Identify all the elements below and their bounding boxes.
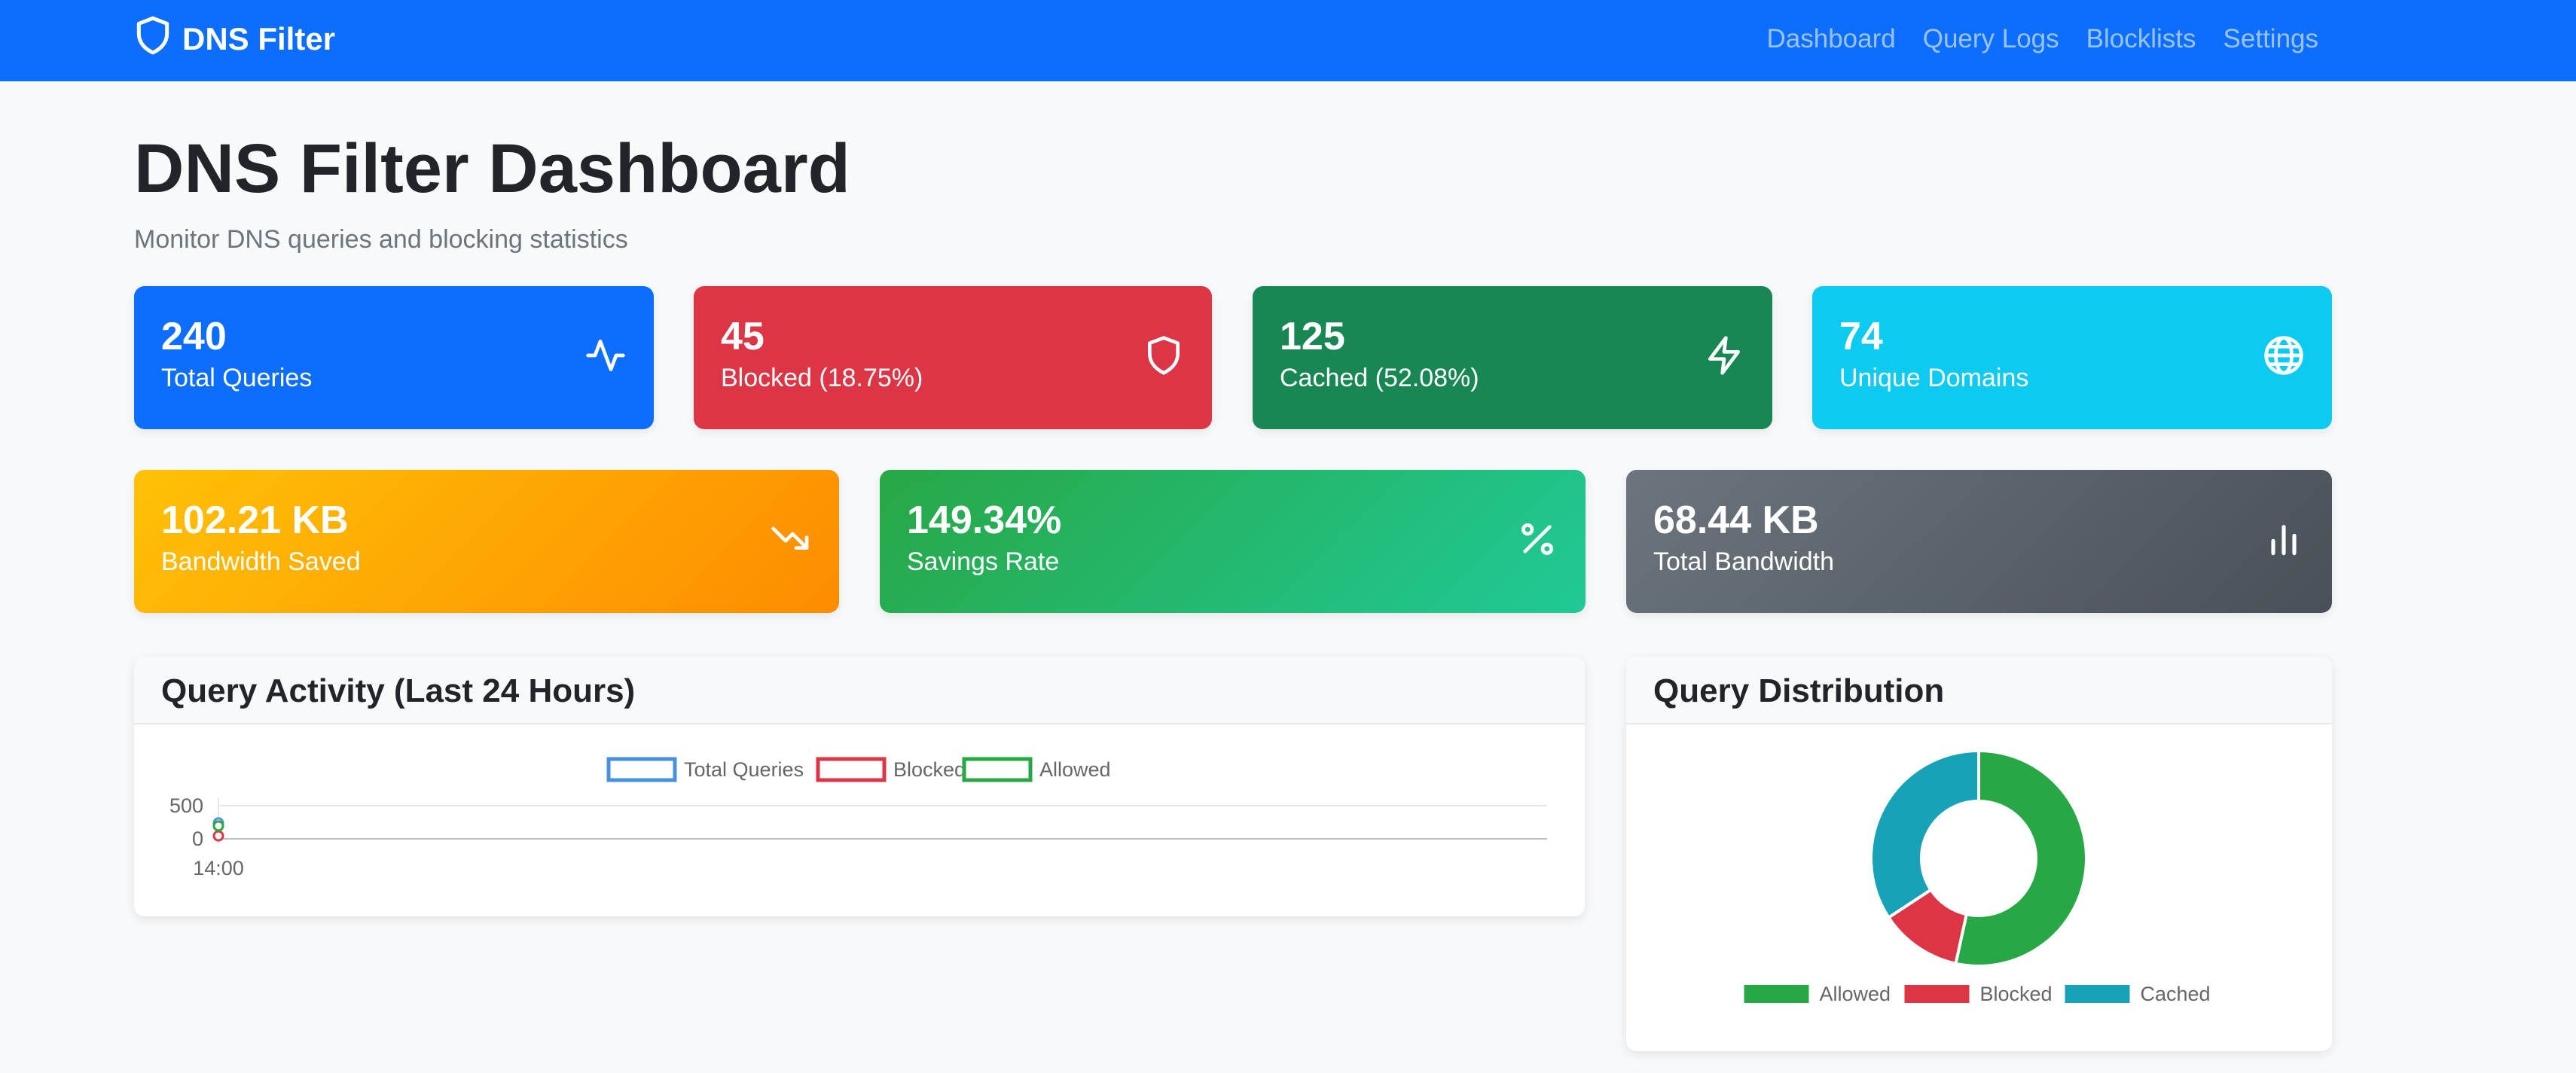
stat-value: 102.21 KB bbox=[161, 498, 349, 542]
activity-icon bbox=[584, 334, 627, 376]
stat-value: 149.34% bbox=[907, 498, 1062, 542]
legend-item-blocked[interactable]: Blocked bbox=[816, 757, 966, 782]
panel-header: Query Distribution bbox=[1626, 657, 2332, 724]
stat-label: Bandwidth Saved bbox=[161, 547, 361, 576]
legend-label: Total Queries bbox=[684, 758, 804, 781]
legend-swatch bbox=[962, 757, 1033, 782]
shield-icon bbox=[1143, 334, 1185, 376]
stat-label: Savings Rate bbox=[907, 547, 1060, 576]
legend-label: Allowed bbox=[1039, 758, 1111, 781]
nav-link-query-logs[interactable]: Query Logs bbox=[1923, 24, 2059, 54]
legend-item-allowed[interactable]: Allowed bbox=[1744, 983, 1891, 1005]
data-point-blocked bbox=[212, 830, 224, 842]
y-tick-label: 0 bbox=[192, 828, 203, 850]
legend-item-total-queries[interactable]: Total Queries bbox=[606, 757, 804, 782]
shield-icon bbox=[134, 15, 172, 63]
stat-label: Blocked (18.75%) bbox=[721, 364, 923, 392]
stat-card-total-bandwidth: 68.44 KB Total Bandwidth bbox=[1626, 470, 2332, 613]
stat-value: 240 bbox=[161, 315, 227, 358]
stat-card-cached: 125 Cached (52.08%) bbox=[1253, 286, 1772, 429]
stat-card-bandwidth-saved: 102.21 KB Bandwidth Saved bbox=[134, 470, 839, 613]
stat-label: Total Queries bbox=[161, 364, 313, 392]
query-activity-panel: Query Activity (Last 24 Hours) Total Que… bbox=[134, 657, 1585, 916]
globe-icon bbox=[2263, 334, 2305, 376]
legend-label: Allowed bbox=[1820, 983, 1891, 1005]
nav-link-settings[interactable]: Settings bbox=[2223, 24, 2318, 54]
legend-swatch bbox=[1904, 985, 1970, 1003]
stat-value: 74 bbox=[1839, 315, 1883, 358]
stat-value: 45 bbox=[721, 315, 765, 358]
stat-value: 125 bbox=[1280, 315, 1345, 358]
stat-card-blocked: 45 Blocked (18.75%) bbox=[694, 286, 1212, 429]
legend-label: Blocked bbox=[893, 758, 966, 781]
percent-icon bbox=[1516, 518, 1558, 560]
panel-title: Query Activity (Last 24 Hours) bbox=[161, 672, 636, 709]
slice-cached[interactable] bbox=[1869, 748, 1980, 920]
nav-link-blocklists[interactable]: Blocklists bbox=[2086, 24, 2196, 54]
stat-card-total-queries: 240 Total Queries bbox=[134, 286, 654, 429]
data-point-allowed bbox=[212, 820, 224, 832]
page-subtitle: Monitor DNS queries and blocking statist… bbox=[134, 225, 628, 254]
stat-card-unique-domains: 74 Unique Domains bbox=[1812, 286, 2332, 429]
stat-card-savings-rate: 149.34% Savings Rate bbox=[880, 470, 1586, 613]
nav-link-dashboard[interactable]: Dashboard bbox=[1766, 24, 1895, 54]
panel-title: Query Distribution bbox=[1653, 672, 1945, 709]
panel-header: Query Activity (Last 24 Hours) bbox=[134, 657, 1585, 724]
page-title: DNS Filter Dashboard bbox=[134, 130, 850, 207]
bar-chart-icon bbox=[2263, 518, 2305, 560]
trending-down-icon bbox=[770, 518, 812, 560]
nav-links: Dashboard Query Logs Blocklists Settings bbox=[1766, 17, 2318, 62]
legend-swatch bbox=[1744, 985, 1809, 1003]
legend-item-allowed[interactable]: Allowed bbox=[962, 757, 1111, 782]
legend-swatch bbox=[606, 757, 677, 782]
query-distribution-panel: Query Distribution Allowed Blocked Cached bbox=[1626, 657, 2332, 1051]
x-tick-label: 14:00 bbox=[193, 857, 244, 879]
legend-item-cached[interactable]: Cached bbox=[2065, 983, 2211, 1005]
y-tick-label: 500 bbox=[169, 794, 203, 817]
brand-text: DNS Filter bbox=[182, 21, 336, 56]
legend-swatch bbox=[2065, 985, 2130, 1003]
stat-label: Unique Domains bbox=[1839, 364, 2029, 392]
query-distribution-chart: Allowed Blocked Cached bbox=[1744, 748, 2211, 1005]
legend-item-blocked[interactable]: Blocked bbox=[1904, 983, 2053, 1005]
query-activity-chart: Total Queries Blocked Allowed 500 0 14:00 bbox=[169, 757, 1547, 879]
navbar: DNS Filter Dashboard Query Logs Blocklis… bbox=[0, 0, 2576, 81]
brand-link[interactable]: DNS Filter bbox=[134, 15, 336, 63]
stat-value: 68.44 KB bbox=[1653, 498, 1819, 542]
legend-label: Blocked bbox=[1980, 983, 2053, 1005]
legend-label: Cached bbox=[2141, 983, 2211, 1005]
legend-swatch bbox=[816, 757, 887, 782]
stat-label: Cached (52.08%) bbox=[1280, 364, 1479, 392]
lightning-icon bbox=[1703, 334, 1745, 376]
stat-label: Total Bandwidth bbox=[1653, 547, 1835, 576]
